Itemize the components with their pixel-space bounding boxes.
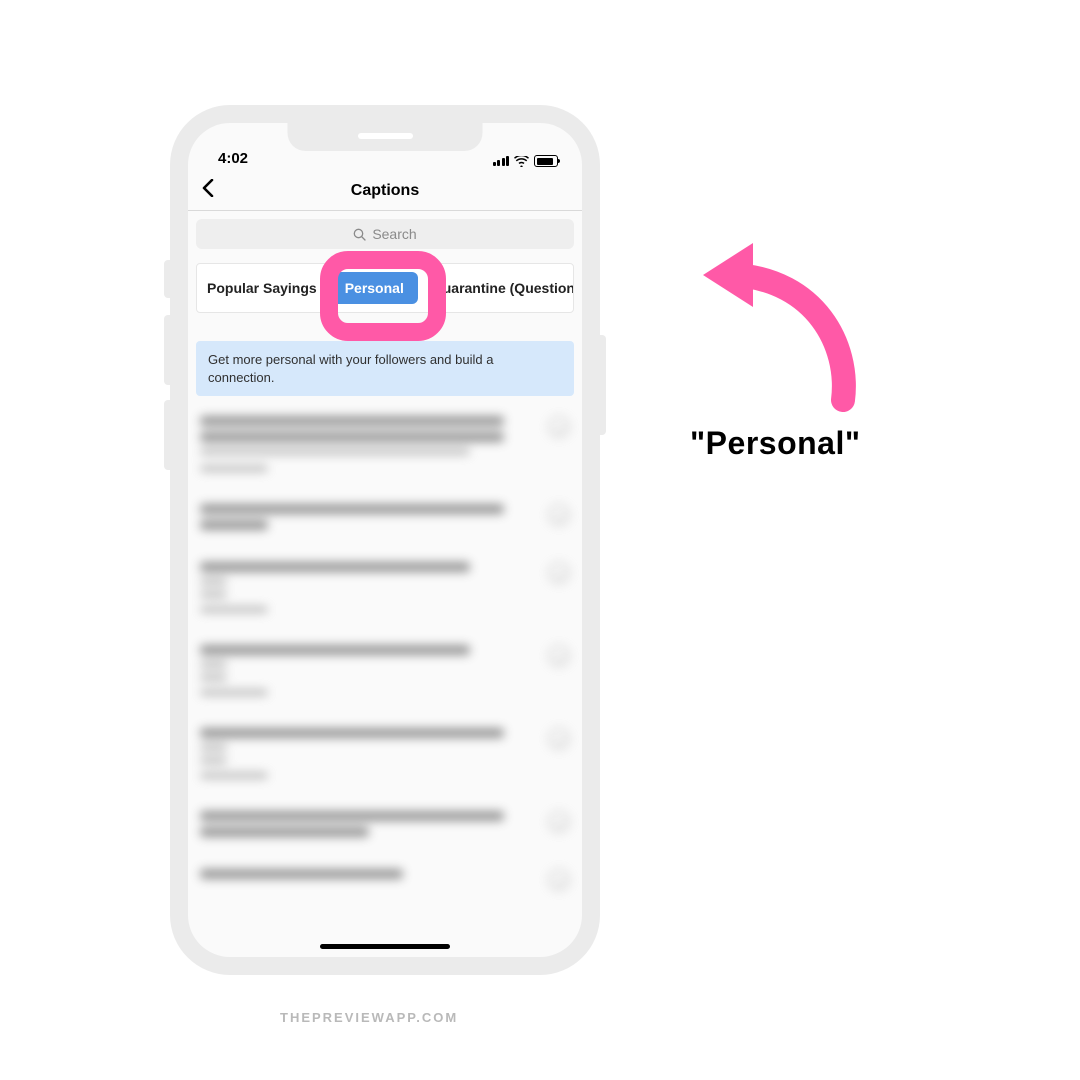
check-icon: [548, 728, 570, 750]
tab-popular-sayings[interactable]: Popular Sayings: [203, 272, 321, 304]
caption-list-blurred: [188, 396, 582, 909]
watermark: THEPREVIEWAPP.COM: [280, 1010, 458, 1025]
check-icon: [548, 869, 570, 891]
list-item[interactable]: [196, 861, 574, 909]
tab-quarantine[interactable]: Quarantine (Questions): [428, 272, 574, 304]
search-input[interactable]: Search: [196, 219, 574, 249]
list-item[interactable]: [196, 554, 574, 637]
annotation-label: "Personal": [690, 425, 861, 462]
list-item[interactable]: [196, 803, 574, 861]
list-item[interactable]: [196, 496, 574, 554]
check-icon: [548, 504, 570, 526]
nav-header: Captions: [188, 171, 582, 211]
tab-personal[interactable]: Personal: [331, 272, 418, 304]
check-icon: [548, 562, 570, 584]
page-title: Captions: [351, 182, 419, 200]
cellular-icon: [493, 156, 510, 166]
home-indicator[interactable]: [320, 944, 450, 949]
screen: 4:02 Captions Search Popular Sa: [188, 123, 582, 957]
annotation-arrow-icon: [685, 225, 885, 425]
back-button[interactable]: [202, 179, 214, 203]
side-button: [164, 315, 170, 385]
side-button: [164, 400, 170, 470]
notch: [288, 123, 483, 151]
category-tabs[interactable]: Popular Sayings Personal Quarantine (Que…: [196, 263, 574, 313]
info-banner: Get more personal with your followers an…: [196, 341, 574, 396]
battery-icon: [534, 155, 558, 167]
list-item[interactable]: [196, 720, 574, 803]
check-icon: [548, 416, 570, 438]
check-icon: [548, 811, 570, 833]
status-time: 4:02: [218, 150, 248, 167]
check-icon: [548, 645, 570, 667]
side-button: [600, 335, 606, 435]
search-placeholder: Search: [372, 226, 416, 242]
side-button: [164, 260, 170, 298]
phone-frame: 4:02 Captions Search Popular Sa: [170, 105, 600, 975]
wifi-icon: [514, 156, 529, 167]
search-icon: [353, 228, 366, 241]
list-item[interactable]: [196, 637, 574, 720]
list-item[interactable]: [196, 408, 574, 496]
